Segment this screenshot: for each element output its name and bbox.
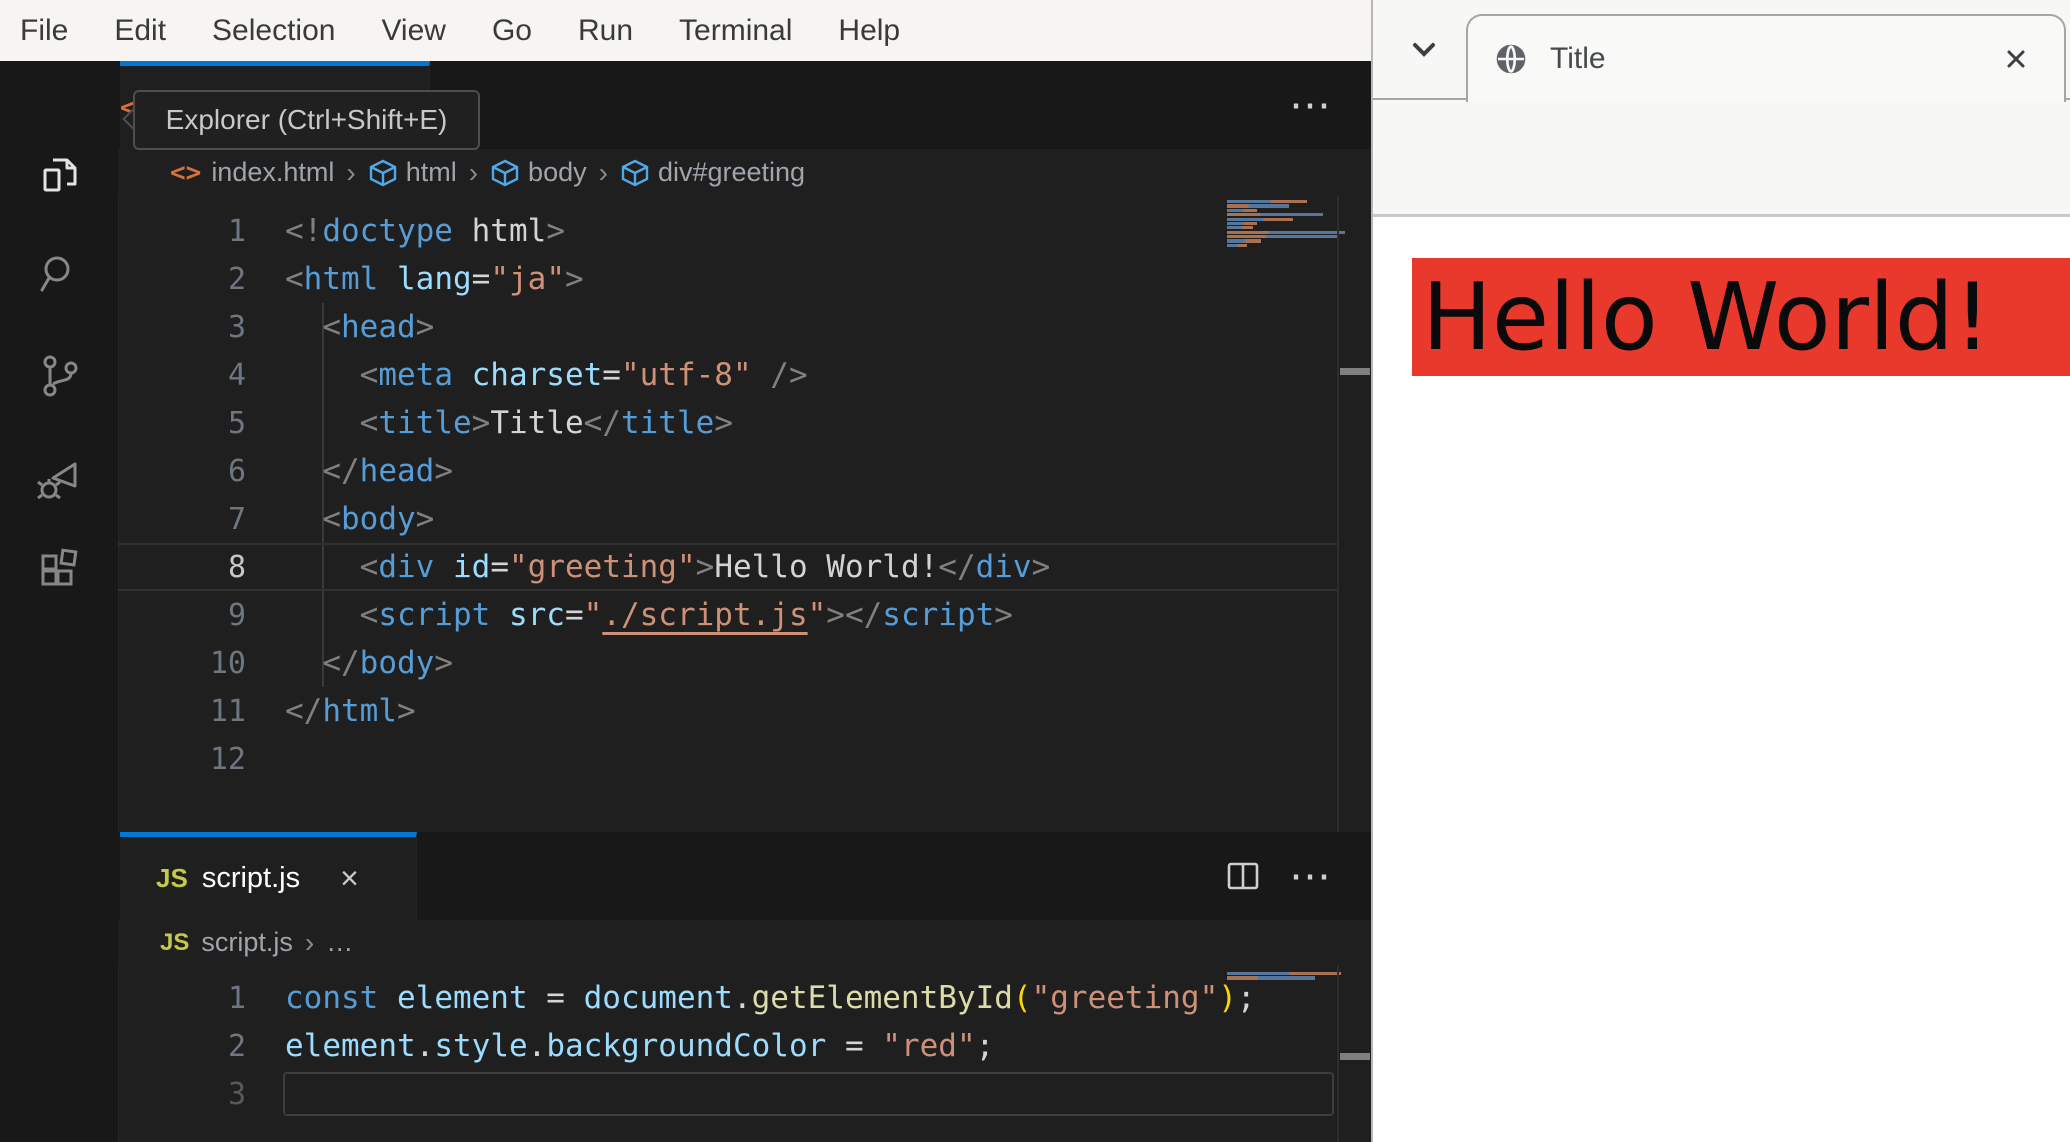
code-line[interactable]: 4 <meta charset="utf-8" /> — [118, 351, 1338, 399]
chevron-right-icon: › — [304, 926, 315, 958]
extensions-icon[interactable] — [35, 544, 83, 592]
code-line[interactable]: 9 <script src="./script.js"></script> — [118, 591, 1338, 639]
line-number: 2 — [227, 1028, 246, 1064]
line-number: 11 — [209, 693, 246, 729]
menu-bar: File Edit Selection View Go Run Terminal… — [0, 0, 1371, 61]
cube-icon — [369, 159, 396, 186]
menu-terminal[interactable]: Terminal — [656, 14, 815, 48]
code-line[interactable]: 10 </body> — [118, 639, 1338, 687]
breadcrumb-file[interactable]: script.js — [201, 927, 293, 958]
browser-window: Title ファイル — [1371, 0, 2070, 1142]
code-line[interactable]: 12 — [118, 735, 1338, 783]
chevron-right-icon: › — [598, 156, 608, 188]
line-number: 9 — [227, 597, 246, 633]
code-line[interactable]: 2 element.style.backgroundColor = "red"; — [118, 1022, 1338, 1070]
close-icon[interactable] — [2001, 44, 2031, 74]
line-number: 10 — [209, 645, 246, 681]
line-number: 7 — [227, 501, 246, 537]
line-number: 12 — [209, 741, 246, 777]
breadcrumb-more[interactable]: … — [326, 927, 353, 958]
code-line[interactable]: 3 <head> — [118, 303, 1338, 351]
menu-file[interactable]: File — [20, 14, 91, 48]
line-number: 5 — [227, 405, 246, 441]
code-line[interactable]: 1 <!doctype html> — [118, 207, 1338, 255]
menu-selection[interactable]: Selection — [189, 14, 358, 48]
editor-index-html[interactable]: 1 <!doctype html> 2 <html lang="ja"> 3 <head… — [118, 196, 1338, 843]
cube-icon — [621, 159, 649, 186]
tab-script-js[interactable]: JS script.js × — [120, 832, 417, 920]
breadcrumb-div-greeting[interactable]: div#greeting — [658, 157, 805, 188]
editor-tab-bar-js: JS script.js × ⋯ — [118, 832, 1371, 920]
activity-bar — [0, 61, 119, 1142]
line-number: 1 — [227, 213, 246, 249]
tab-label: script.js — [201, 862, 301, 894]
cursor-line-box — [283, 1072, 1334, 1116]
code-line[interactable]: 6 </head> — [118, 447, 1338, 495]
browser-tab-title[interactable]: Title — [1466, 14, 2066, 102]
overview-ruler-cursor — [1340, 1053, 1370, 1060]
line-number: 4 — [227, 357, 246, 393]
chevron-right-icon: › — [468, 156, 479, 188]
code-line[interactable]: 8 <div id="greeting">Hello World!</div> — [118, 543, 1338, 591]
line-number: 6 — [227, 453, 246, 489]
minimap[interactable] — [1227, 200, 1347, 248]
line-number: 3 — [227, 1076, 246, 1112]
browser-page: Hello World! — [1373, 217, 2070, 1142]
page-heading: Hello World! — [1412, 258, 2070, 376]
editor-actions: ⋯ — [1225, 832, 1371, 920]
code-line[interactable]: 3 — [118, 1070, 1338, 1118]
overview-ruler-cursor — [1340, 368, 1370, 375]
more-actions-icon[interactable]: ⋯ — [1289, 61, 1333, 149]
vscode-window: File Edit Selection View Go Run Terminal… — [0, 0, 1371, 1142]
code-line[interactable]: 11 </html> — [118, 687, 1338, 735]
chevron-right-icon: › — [346, 156, 356, 188]
line-number: 2 — [227, 261, 246, 297]
breadcrumb-html[interactable]: html — [406, 157, 457, 188]
browser-tab-strip: Title — [1373, 0, 2070, 102]
screenshot-stage: File Edit Selection View Go Run Terminal… — [0, 0, 2070, 1142]
breadcrumb-body[interactable]: body — [528, 157, 587, 188]
editor-script-js[interactable]: 1 const element = document.getElementById… — [118, 965, 1338, 1142]
code-line[interactable]: 7 <body> — [118, 495, 1338, 543]
files-icon[interactable] — [35, 150, 83, 198]
menu-help[interactable]: Help — [815, 14, 923, 48]
menu-run[interactable]: Run — [555, 14, 656, 48]
code-line[interactable]: 1 const element = document.getElementById… — [118, 974, 1338, 1022]
chevron-down-icon[interactable] — [1407, 34, 1441, 64]
breadcrumb: JS script.js › … — [118, 920, 1371, 965]
line-number: 1 — [227, 980, 246, 1016]
close-icon[interactable]: × — [340, 860, 359, 897]
menu-go[interactable]: Go — [469, 14, 555, 48]
code-line[interactable]: 2 <html lang="ja"> — [118, 255, 1338, 303]
breadcrumb: <> index.html › html › body › div#greeti… — [118, 149, 1371, 196]
menu-edit[interactable]: Edit — [91, 14, 189, 48]
run-debug-icon[interactable] — [35, 454, 83, 502]
line-number: 3 — [227, 309, 246, 345]
split-editor-icon[interactable] — [1225, 858, 1261, 894]
more-actions-icon[interactable]: ⋯ — [1289, 832, 1333, 920]
minimap[interactable] — [1227, 972, 1347, 981]
minimap-border — [1337, 196, 1339, 832]
js-file-icon: JS — [156, 863, 188, 893]
menu-view[interactable]: View — [358, 14, 468, 48]
cube-icon — [491, 159, 519, 186]
search-icon[interactable] — [35, 250, 83, 298]
tab-title: Title — [1550, 42, 1606, 75]
breadcrumb-file[interactable]: index.html — [211, 157, 334, 188]
minimap-border — [1337, 965, 1339, 1142]
code-line[interactable]: 5 <title>Title</title> — [118, 399, 1338, 447]
editor-actions: ⋯ — [1289, 61, 1371, 149]
globe-icon — [1496, 44, 1526, 74]
js-file-icon: JS — [160, 928, 190, 956]
line-number: 8 — [227, 549, 246, 585]
html-file-icon: <> — [170, 157, 202, 188]
explorer-tooltip: Explorer (Ctrl+Shift+E) — [133, 90, 480, 150]
source-control-icon[interactable] — [35, 352, 83, 400]
browser-toolbar: ファイル /home/u — [1373, 100, 2070, 302]
